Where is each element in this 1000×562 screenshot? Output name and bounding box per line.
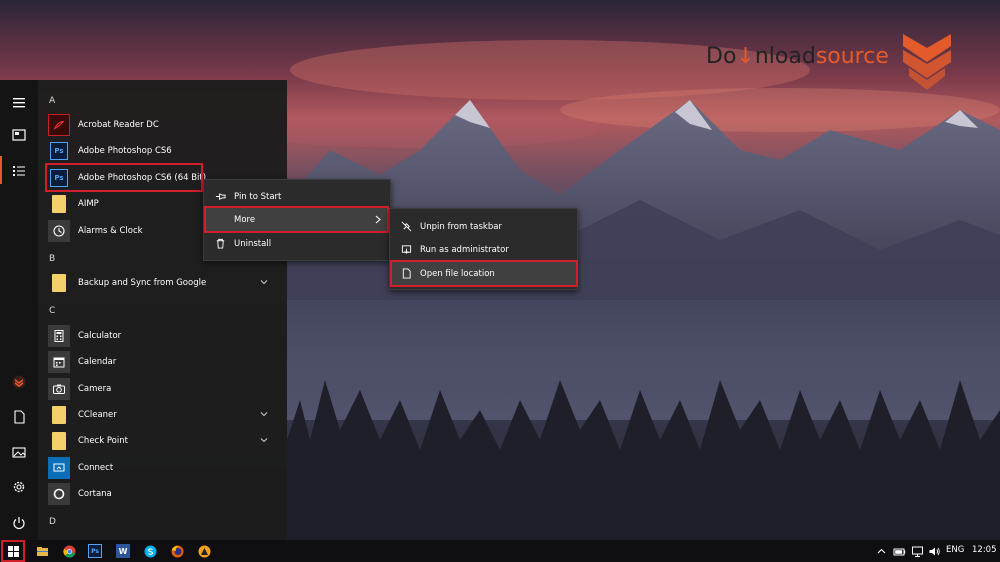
unpin-icon bbox=[398, 221, 414, 232]
system-clock[interactable]: 12:05 bbox=[972, 545, 997, 555]
app-name: Alarms & Clock bbox=[78, 226, 143, 236]
alarm-clock-icon bbox=[48, 220, 70, 242]
camera-icon bbox=[48, 378, 70, 400]
firefox-icon[interactable] bbox=[169, 543, 185, 559]
shield-admin-icon bbox=[398, 244, 414, 255]
connect-icon bbox=[48, 457, 70, 479]
skype-icon[interactable] bbox=[142, 543, 158, 559]
documents-icon[interactable] bbox=[10, 408, 28, 426]
chevron-up-icon[interactable] bbox=[873, 543, 889, 559]
aimp-taskbar-icon[interactable] bbox=[196, 543, 212, 559]
highlight-photoshop-64 bbox=[45, 163, 203, 192]
section-letter-c[interactable]: C bbox=[49, 306, 55, 316]
highlight-start-button bbox=[1, 540, 25, 562]
app-item-connect[interactable]: Connect bbox=[44, 455, 280, 481]
cortana-icon bbox=[48, 483, 70, 505]
section-letter-b[interactable]: B bbox=[49, 254, 55, 264]
app-name: CCleaner bbox=[78, 410, 117, 420]
menu-item-uninstall[interactable]: Uninstall bbox=[204, 232, 390, 255]
app-item-cortana[interactable]: Cortana bbox=[44, 481, 280, 507]
app-name: Backup and Sync from Google bbox=[78, 278, 207, 288]
start-menu: A Acrobat Reader DC Ps Adobe Photoshop C… bbox=[0, 80, 287, 540]
chevron-down-icon[interactable] bbox=[260, 278, 268, 286]
app-item-adobe-photoshop-cs6[interactable]: Ps Adobe Photoshop CS6 bbox=[44, 138, 280, 164]
highlight-more bbox=[204, 206, 389, 233]
app-name: Acrobat Reader DC bbox=[78, 120, 159, 130]
menu-item-unpin-from-taskbar[interactable]: Unpin from taskbar bbox=[390, 215, 577, 238]
photoshop-icon: Ps bbox=[50, 142, 68, 160]
folder-icon bbox=[52, 406, 66, 424]
app-item-check-point[interactable]: Check Point bbox=[44, 428, 280, 454]
menu-item-pin-to-start[interactable]: Pin to Start bbox=[204, 185, 390, 208]
start-menu-rail bbox=[0, 80, 38, 540]
app-name: Adobe Photoshop CS6 bbox=[78, 146, 172, 156]
user-avatar-icon[interactable] bbox=[10, 373, 28, 391]
network-icon[interactable] bbox=[909, 543, 925, 559]
highlight-open-file-location bbox=[390, 260, 578, 287]
all-apps-list-icon[interactable] bbox=[10, 162, 28, 180]
app-item-backup-and-sync[interactable]: Backup and Sync from Google bbox=[44, 270, 280, 296]
input-language-indicator[interactable]: ENG bbox=[946, 545, 964, 555]
taskbar: Ps W ENG 12:05 bbox=[0, 540, 1000, 562]
folder-icon bbox=[52, 432, 66, 450]
file-explorer-icon[interactable] bbox=[34, 543, 50, 559]
app-item-camera[interactable]: Camera bbox=[44, 376, 280, 402]
watermark-logo-text: Do↓nloadsource bbox=[706, 44, 889, 69]
pin-icon bbox=[212, 191, 228, 202]
app-name: Calendar bbox=[78, 357, 117, 367]
app-name: AIMP bbox=[78, 199, 99, 209]
section-letter-a[interactable]: A bbox=[49, 96, 55, 106]
app-name: Check Point bbox=[78, 436, 128, 446]
chrome-icon[interactable] bbox=[61, 543, 77, 559]
chevron-down-icon[interactable] bbox=[260, 436, 268, 444]
settings-gear-icon[interactable] bbox=[10, 478, 28, 496]
app-name: Cortana bbox=[78, 489, 112, 499]
acrobat-reader-icon bbox=[48, 114, 70, 136]
app-name: Calculator bbox=[78, 331, 122, 341]
pictures-icon[interactable] bbox=[10, 443, 28, 461]
power-icon[interactable] bbox=[10, 514, 28, 532]
chevron-down-icon[interactable] bbox=[260, 410, 268, 418]
trash-icon bbox=[212, 238, 228, 249]
app-name: Connect bbox=[78, 463, 114, 473]
folder-icon bbox=[52, 274, 66, 292]
active-rail-indicator bbox=[0, 156, 2, 184]
app-item-calendar[interactable]: Calendar bbox=[44, 349, 280, 375]
folder-icon bbox=[52, 195, 66, 213]
section-letter-d[interactable]: D bbox=[49, 517, 56, 527]
app-name: Camera bbox=[78, 384, 112, 394]
app-list: A Acrobat Reader DC Ps Adobe Photoshop C… bbox=[44, 80, 284, 540]
battery-icon[interactable] bbox=[891, 543, 907, 559]
menu-item-run-as-administrator[interactable]: Run as administrator bbox=[390, 238, 577, 261]
hamburger-menu-icon[interactable] bbox=[10, 94, 28, 112]
calendar-icon bbox=[48, 351, 70, 373]
app-item-acrobat-reader[interactable]: Acrobat Reader DC bbox=[44, 112, 280, 138]
volume-icon[interactable] bbox=[926, 543, 942, 559]
calculator-icon bbox=[48, 325, 70, 347]
app-item-calculator[interactable]: Calculator bbox=[44, 323, 280, 349]
app-item-ccleaner[interactable]: CCleaner bbox=[44, 402, 280, 428]
word-icon[interactable]: W bbox=[116, 544, 130, 558]
photoshop-taskbar-icon[interactable]: Ps bbox=[88, 544, 102, 558]
watermark-chevron-logo-icon bbox=[903, 34, 951, 90]
tiles-icon[interactable] bbox=[10, 126, 28, 144]
